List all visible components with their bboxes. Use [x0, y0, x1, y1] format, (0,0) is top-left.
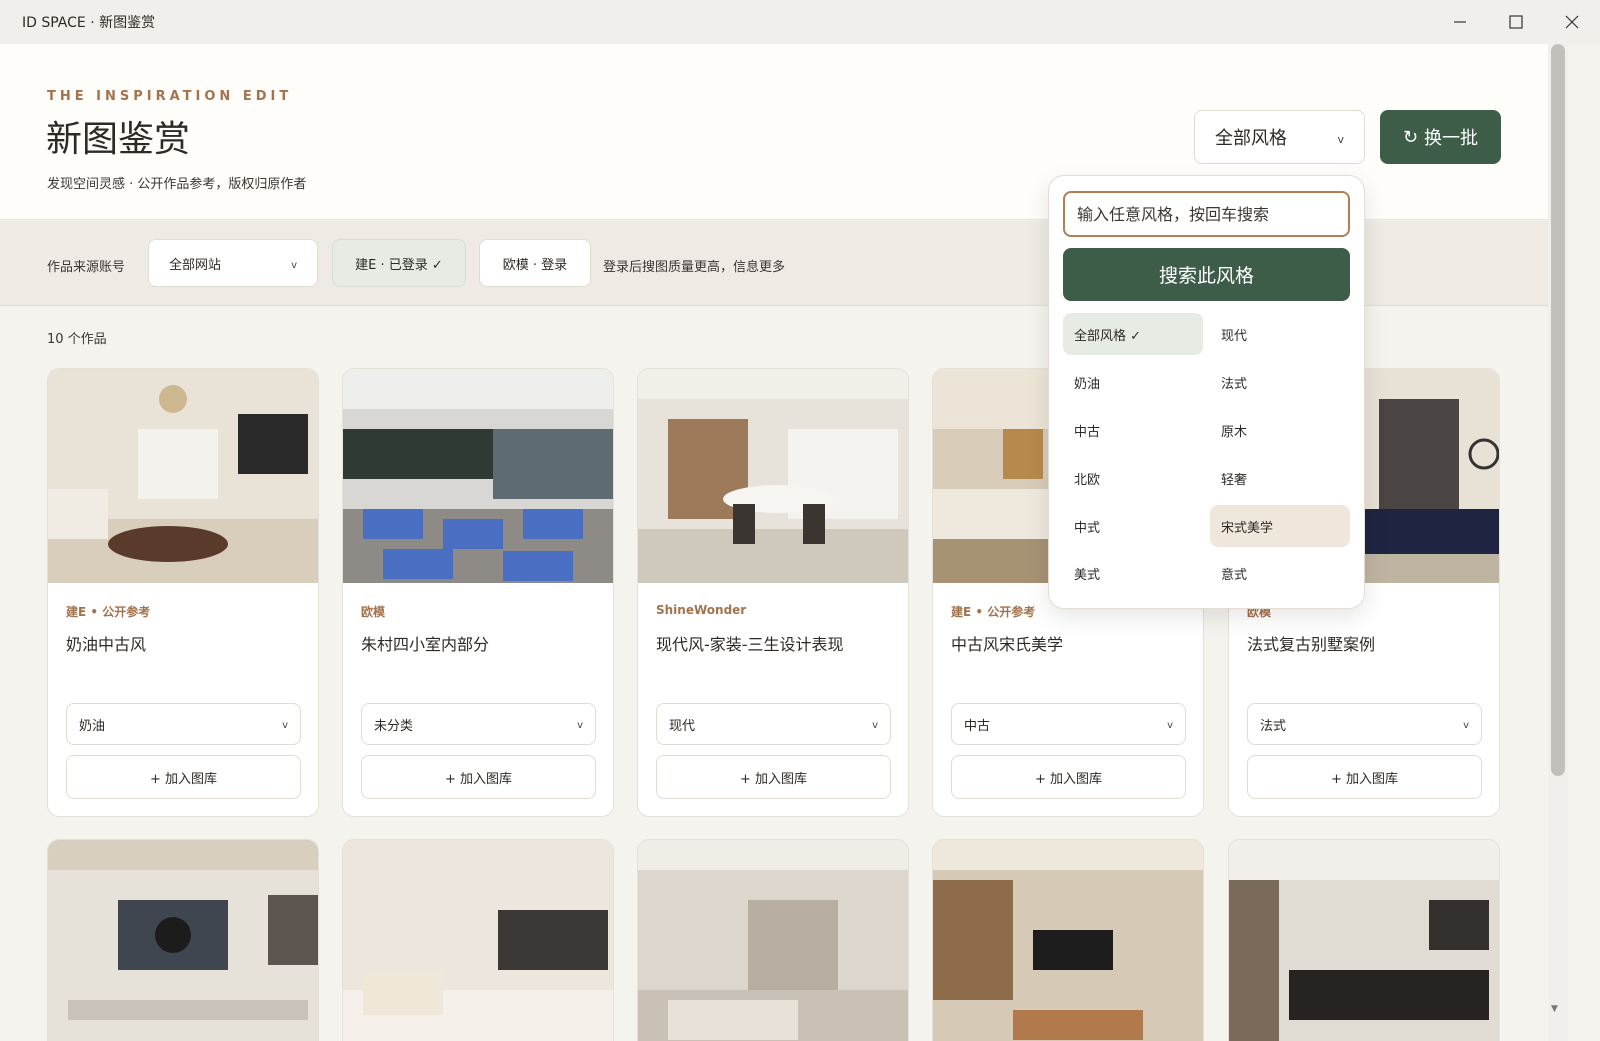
card-photo — [638, 840, 908, 1041]
style-option[interactable]: 宋式美学 — [1210, 505, 1350, 547]
card-title: 朱村四小室内部分 — [361, 635, 490, 654]
add-to-library-button[interactable]: + 加入图库 — [656, 755, 891, 799]
minimize-button[interactable] — [1432, 0, 1488, 44]
category-value: 现代 — [669, 718, 696, 734]
chevron-down-icon: v — [1463, 720, 1469, 731]
work-card[interactable]: 欧模 朱村四小室内部分 未分类 v + 加入图库 — [342, 368, 614, 817]
maximize-icon — [1509, 15, 1523, 29]
refresh-button[interactable]: ↻ 换一批 — [1380, 110, 1501, 164]
account-oumo-button[interactable]: 欧模 · 登录 — [479, 239, 591, 287]
category-value: 法式 — [1260, 718, 1287, 734]
chevron-down-icon: v — [282, 720, 288, 731]
card-title: 奶油中古风 — [66, 635, 147, 654]
style-option[interactable]: 现代 — [1210, 313, 1350, 355]
card-source: 欧模 — [361, 605, 386, 619]
add-to-library-button[interactable]: + 加入图库 — [1247, 755, 1482, 799]
card-photo — [1229, 840, 1499, 1041]
work-card[interactable] — [1228, 839, 1500, 1041]
card-title: 中古风宋氏美学 — [951, 635, 1064, 654]
style-option[interactable]: 全部风格 ✓ — [1063, 313, 1203, 355]
category-select[interactable]: 现代 v — [656, 703, 891, 745]
card-photo — [638, 369, 908, 583]
category-select[interactable]: 中古 v — [951, 703, 1186, 745]
refresh-label: 换一批 — [1424, 128, 1479, 149]
site-select[interactable]: 全部网站 v — [148, 239, 318, 287]
category-select[interactable]: 未分类 v — [361, 703, 596, 745]
card-photo — [933, 840, 1203, 1041]
card-title: 现代风-家装-三生设计表现 — [656, 635, 844, 654]
style-option[interactable]: 北欧 — [1063, 457, 1203, 499]
card-photo — [48, 840, 318, 1041]
work-card[interactable] — [637, 839, 909, 1041]
source-label: 作品来源账号 — [47, 260, 126, 275]
category-select[interactable]: 法式 v — [1247, 703, 1482, 745]
account-jiane-button[interactable]: 建E · 已登录 ✓ — [332, 239, 466, 287]
style-search-input[interactable] — [1063, 191, 1350, 237]
card-photo — [48, 369, 318, 583]
card-photo — [343, 369, 613, 583]
card-source: ShineWonder — [656, 603, 747, 617]
work-card[interactable] — [932, 839, 1204, 1041]
site-select-value: 全部网站 — [169, 257, 222, 273]
maximize-button[interactable] — [1488, 0, 1544, 44]
style-option[interactable]: 中古 — [1063, 409, 1203, 451]
style-select-value: 全部风格 — [1215, 128, 1287, 149]
category-value: 奶油 — [79, 718, 106, 734]
category-value: 中古 — [964, 718, 991, 734]
style-option[interactable]: 美式 — [1063, 552, 1203, 594]
search-style-button[interactable]: 搜索此风格 — [1063, 248, 1350, 301]
window-controls — [1432, 0, 1600, 44]
close-icon — [1565, 15, 1579, 29]
style-option[interactable]: 原木 — [1210, 409, 1350, 451]
login-hint: 登录后搜图质量更高，信息更多 — [603, 260, 786, 275]
style-option[interactable]: 法式 — [1210, 361, 1350, 403]
eyebrow-text: THE INSPIRATION EDIT — [47, 89, 293, 104]
chevron-down-icon: v — [872, 720, 878, 731]
work-card[interactable] — [47, 839, 319, 1041]
chevron-down-icon: v — [577, 720, 583, 731]
add-to-library-button[interactable]: + 加入图库 — [66, 755, 301, 799]
page-title: 新图鉴赏 — [46, 119, 191, 160]
style-option[interactable]: 轻奢 — [1210, 457, 1350, 499]
work-card[interactable] — [342, 839, 614, 1041]
title-bar: ID SPACE · 新图鉴赏 — [0, 0, 1600, 44]
style-option[interactable]: 奶油 — [1063, 361, 1203, 403]
result-count: 10 个作品 — [47, 332, 107, 347]
card-title: 法式复古别墅案例 — [1247, 635, 1376, 654]
chevron-down-icon: v — [291, 260, 297, 271]
close-button[interactable] — [1544, 0, 1600, 44]
window-title: ID SPACE · 新图鉴赏 — [22, 15, 156, 31]
work-card[interactable]: ShineWonder 现代风-家装-三生设计表现 现代 v + 加入图库 — [637, 368, 909, 817]
card-source: 建E • 公开参考 — [66, 605, 151, 619]
style-option[interactable]: 意式 — [1210, 552, 1350, 594]
scroll-down-icon[interactable]: ▼ — [1551, 1004, 1558, 1014]
style-select[interactable]: 全部风格 v — [1194, 110, 1365, 164]
chevron-down-icon: v — [1337, 133, 1344, 146]
add-to-library-button[interactable]: + 加入图库 — [951, 755, 1186, 799]
minimize-icon — [1454, 21, 1466, 23]
category-select[interactable]: 奶油 v — [66, 703, 301, 745]
chevron-down-icon: v — [1167, 720, 1173, 731]
card-photo — [343, 840, 613, 1041]
style-dropdown-panel: 搜索此风格 全部风格 ✓ 现代 奶油 法式 中古 原木 北欧 轻奢 中式 宋式美… — [1048, 175, 1365, 609]
refresh-icon: ↻ — [1402, 126, 1419, 148]
page-subtitle: 发现空间灵感 · 公开作品参考，版权归原作者 — [47, 177, 307, 192]
add-to-library-button[interactable]: + 加入图库 — [361, 755, 596, 799]
work-card[interactable]: 建E • 公开参考 奶油中古风 奶油 v + 加入图库 — [47, 368, 319, 817]
scrollbar-thumb[interactable] — [1551, 44, 1565, 776]
category-value: 未分类 — [374, 718, 414, 734]
card-source: 建E • 公开参考 — [951, 605, 1036, 619]
style-option[interactable]: 中式 — [1063, 505, 1203, 547]
